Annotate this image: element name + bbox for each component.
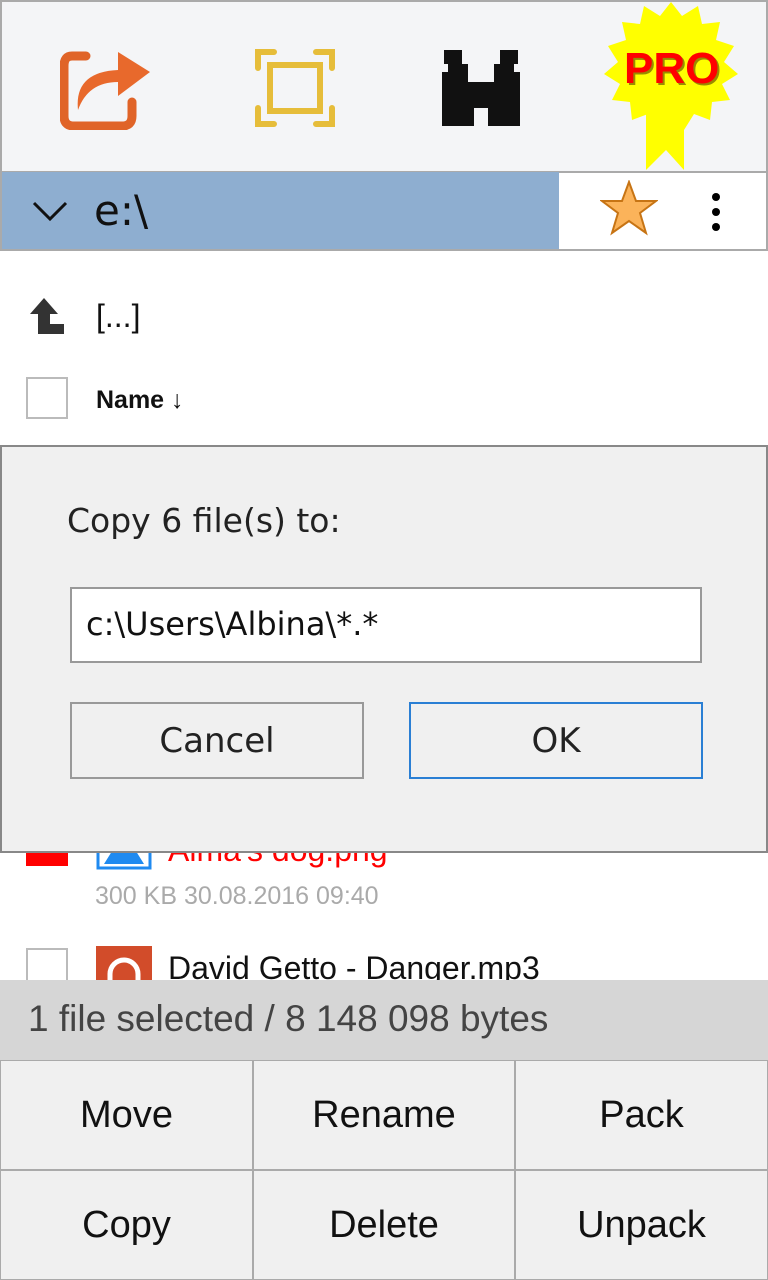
binoculars-icon[interactable] [440, 50, 522, 128]
toolbar: PRO [0, 0, 768, 173]
action-grid: Move Rename Pack Copy Delete Unpack [0, 1060, 768, 1280]
cancel-button[interactable]: Cancel [70, 702, 364, 779]
copy-button[interactable]: Copy [0, 1170, 253, 1280]
current-path: e:\ [94, 186, 149, 235]
parent-directory-row[interactable]: [...] [0, 286, 768, 350]
delete-button[interactable]: Delete [253, 1170, 515, 1280]
pack-button[interactable]: Pack [515, 1060, 768, 1170]
rename-button[interactable]: Rename [253, 1060, 515, 1170]
pro-badge[interactable]: PRO [600, 2, 742, 174]
move-button[interactable]: Move [0, 1060, 253, 1170]
path-bar: e:\ [0, 172, 768, 251]
sort-by-name-header[interactable]: Name ↓ [96, 386, 184, 415]
path-dropdown[interactable]: e:\ [2, 172, 559, 249]
status-bar: 1 file selected / 8 148 098 bytes [0, 980, 768, 1060]
dialog-title: Copy 6 file(s) to: [67, 501, 341, 540]
copy-dialog: Copy 6 file(s) to: c:\Users\Albina\*.* C… [0, 445, 768, 853]
unpack-button[interactable]: Unpack [515, 1170, 768, 1280]
chevron-down-icon [32, 201, 68, 222]
share-icon[interactable] [60, 46, 154, 130]
up-arrow-icon [30, 298, 64, 334]
more-options-icon[interactable] [708, 192, 724, 232]
ok-button[interactable]: OK [409, 702, 703, 779]
star-icon[interactable] [600, 180, 658, 236]
select-all-checkbox[interactable] [26, 377, 68, 419]
target-path-input[interactable]: c:\Users\Albina\*.* [70, 587, 702, 663]
fullscreen-icon[interactable] [254, 48, 336, 128]
